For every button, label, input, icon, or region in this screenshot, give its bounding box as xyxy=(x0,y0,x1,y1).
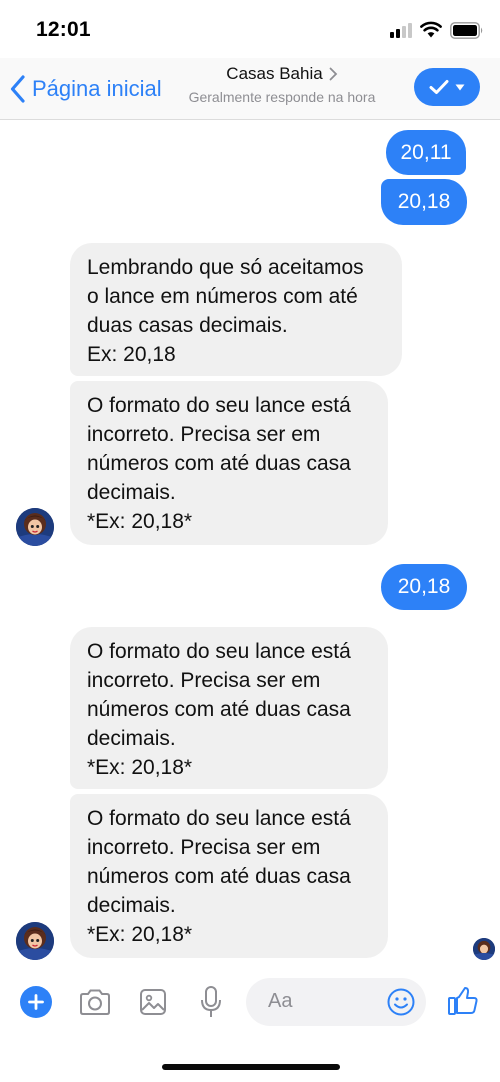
message-line: incorreto. Precisa ser em xyxy=(87,669,321,692)
wifi-icon xyxy=(420,21,442,38)
contact-status: Geralmente responde na hora xyxy=(188,89,376,105)
incoming-message[interactable]: O formato do seu lance está incorreto. P… xyxy=(70,381,388,545)
message-line: Lembrando que só aceitamos xyxy=(87,256,364,279)
bot-avatar[interactable] xyxy=(16,508,54,546)
emoji-icon[interactable] xyxy=(386,987,416,1017)
message-line: decimais. xyxy=(87,894,176,917)
message-line: *Ex: 20,18* xyxy=(87,756,193,779)
message-line: Ex: 20,18 xyxy=(87,343,176,366)
message-line: decimais. xyxy=(87,727,176,750)
message-line: decimais. xyxy=(87,481,176,504)
bot-avatar[interactable] xyxy=(16,922,54,960)
home-indicator[interactable] xyxy=(162,1064,340,1070)
incoming-message[interactable]: O formato do seu lance está incorreto. P… xyxy=(70,627,388,789)
incoming-message[interactable]: Lembrando que só aceitamos o lance em nú… xyxy=(70,243,402,376)
done-dropdown-button[interactable] xyxy=(414,68,480,106)
message-line: números com até duas casa xyxy=(87,698,351,721)
status-time: 12:01 xyxy=(36,18,91,41)
outgoing-message[interactable]: 20,18 xyxy=(381,564,467,610)
thumbs-up-icon[interactable] xyxy=(446,984,480,1018)
message-line: *Ex: 20,18* xyxy=(87,510,193,533)
microphone-icon[interactable] xyxy=(196,984,226,1020)
contact-info[interactable]: Casas Bahia Geralmente responde na hora xyxy=(172,64,392,105)
message-composer: Aa xyxy=(0,968,500,1036)
outgoing-message[interactable]: 20,18 xyxy=(381,179,467,225)
message-line: O formato do seu lance está xyxy=(87,640,351,663)
contact-name: Casas Bahia xyxy=(226,64,323,83)
avatar-image xyxy=(16,508,54,546)
avatar-image xyxy=(16,922,54,960)
battery-icon xyxy=(450,22,483,39)
message-text: 20,11 xyxy=(400,141,452,164)
checkmark-icon xyxy=(429,80,449,94)
back-label: Página inicial xyxy=(32,76,162,101)
incoming-message[interactable]: O formato do seu lance está incorreto. P… xyxy=(70,794,388,958)
back-button[interactable]: Página inicial xyxy=(10,72,162,106)
message-line: O formato do seu lance está xyxy=(87,394,351,417)
message-line: incorreto. Precisa ser em xyxy=(87,423,321,446)
message-line: números com até duas casa xyxy=(87,452,351,475)
input-placeholder: Aa xyxy=(268,990,293,1012)
chevron-right-icon xyxy=(329,67,337,81)
message-text: 20,18 xyxy=(397,190,451,213)
message-line: incorreto. Precisa ser em xyxy=(87,836,321,859)
message-text: 20,18 xyxy=(397,575,451,598)
message-line: duas casas decimais. xyxy=(87,314,288,337)
conversation-header: Página inicial Casas Bahia Geralmente re… xyxy=(0,58,500,120)
message-line: o lance em números com até xyxy=(87,285,358,308)
status-bar: 12:01 xyxy=(0,0,500,58)
signal-icon xyxy=(390,22,416,38)
dropdown-arrow-icon xyxy=(455,84,465,90)
message-line: *Ex: 20,18* xyxy=(87,923,193,946)
plus-icon[interactable] xyxy=(20,986,52,1018)
message-input[interactable]: Aa xyxy=(246,978,426,1026)
camera-icon[interactable] xyxy=(78,986,112,1018)
outgoing-message[interactable]: 20,11 xyxy=(386,130,466,175)
chevron-left-icon xyxy=(10,75,25,103)
message-line: números com até duas casa xyxy=(87,865,351,888)
read-receipt-avatar xyxy=(473,938,495,960)
avatar-image xyxy=(473,938,495,960)
image-icon[interactable] xyxy=(138,986,168,1018)
message-line: O formato do seu lance está xyxy=(87,807,351,830)
